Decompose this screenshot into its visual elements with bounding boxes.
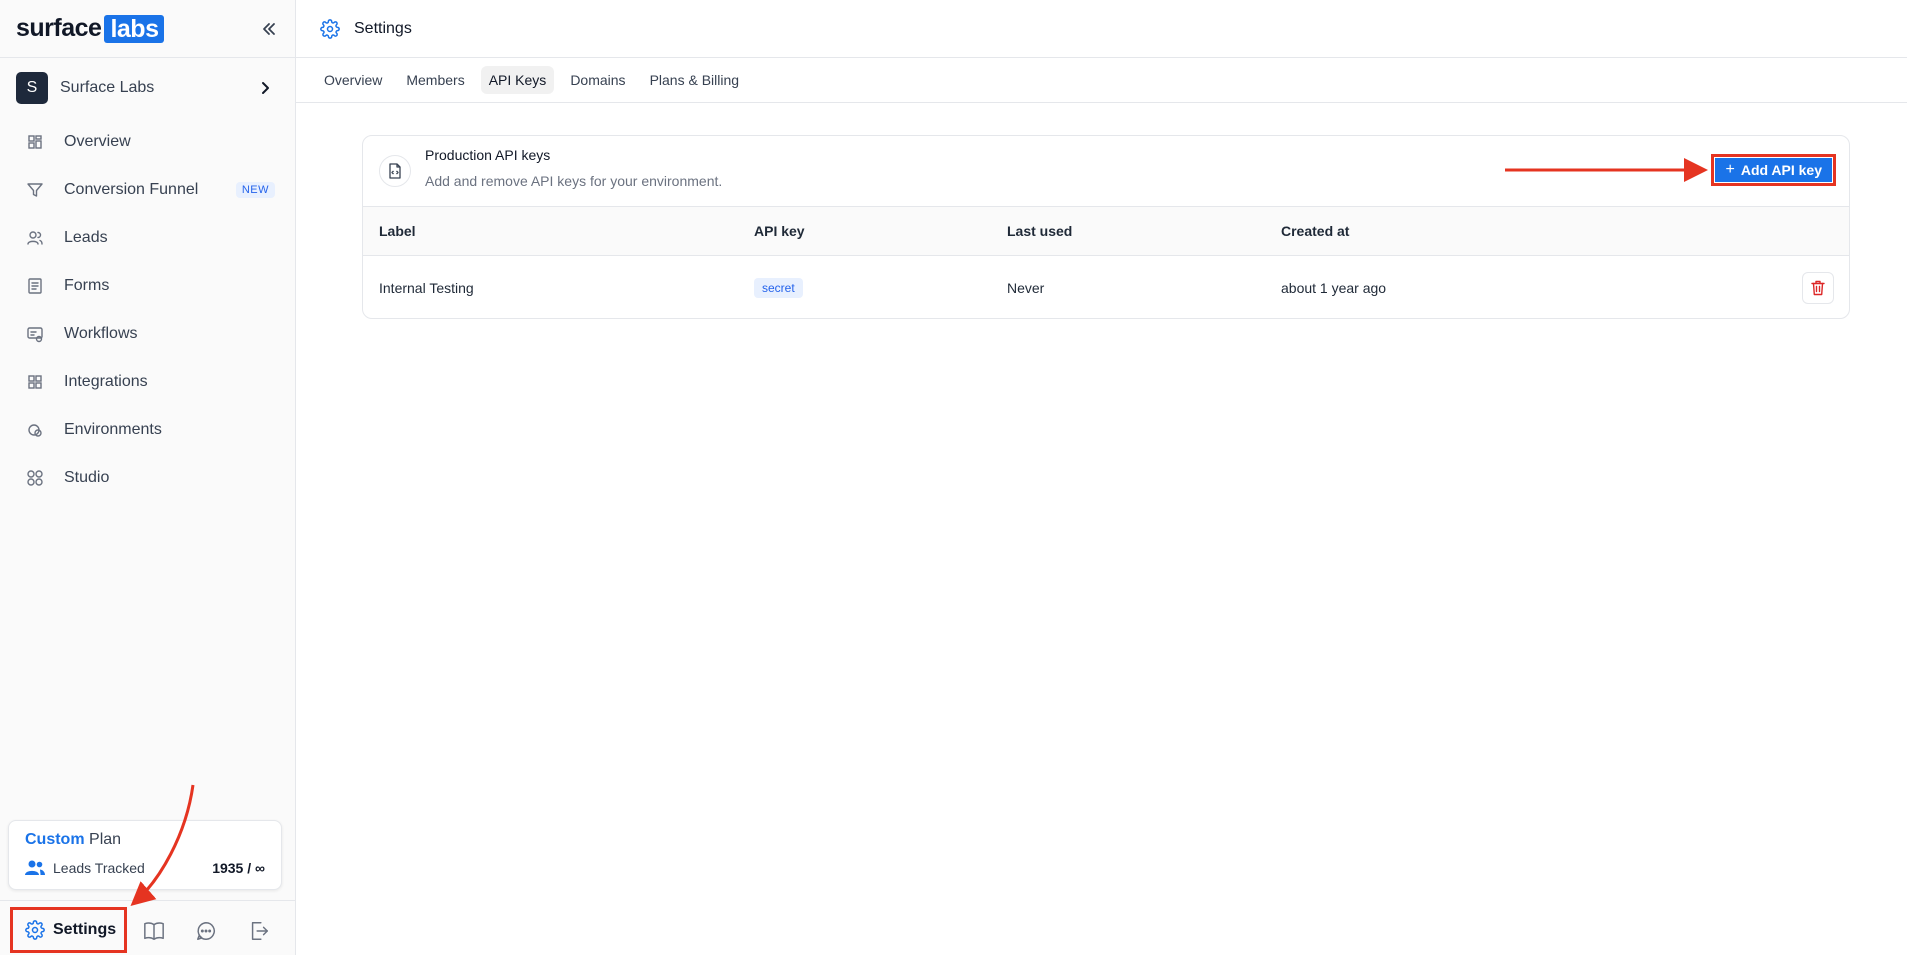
row-label: Internal Testing xyxy=(379,280,474,296)
card-header: Production API keys Add and remove API k… xyxy=(363,136,1849,206)
column-header-last-used: Last used xyxy=(1007,223,1073,239)
column-header-label: Label xyxy=(379,223,416,239)
tab-overview[interactable]: Overview xyxy=(316,66,390,94)
sidebar: surface labs S Surface Labs Overview Conv… xyxy=(0,0,296,955)
sidebar-item-label: Workflows xyxy=(64,325,138,342)
gear-icon xyxy=(25,920,45,940)
table-row: Internal Testing secret Never about 1 ye… xyxy=(363,256,1849,318)
logo-text-surface: surface xyxy=(16,14,102,42)
users-icon xyxy=(26,229,44,247)
plus-icon: + xyxy=(1725,161,1735,178)
studio-icon xyxy=(26,469,44,487)
document-code-icon xyxy=(379,155,411,187)
sidebar-item-label: Forms xyxy=(64,277,110,294)
trash-icon xyxy=(1811,280,1825,296)
org-switcher[interactable]: S Surface Labs xyxy=(0,58,295,118)
add-api-key-button[interactable]: + Add API key xyxy=(1715,158,1832,182)
row-last-used: Never xyxy=(1007,280,1045,296)
chevron-right-icon xyxy=(262,82,269,94)
column-header-api-key: API key xyxy=(754,223,805,239)
workflow-icon xyxy=(26,325,44,343)
sidebar-item-studio[interactable]: Studio xyxy=(0,454,295,502)
sidebar-nav: Overview Conversion Funnel NEW Leads For… xyxy=(0,118,295,502)
sidebar-item-forms[interactable]: Forms xyxy=(0,262,295,310)
funnel-icon xyxy=(26,181,44,199)
sidebar-item-label: Conversion Funnel xyxy=(64,181,199,198)
leads-tracked-label: Leads Tracked xyxy=(53,860,145,876)
grid-icon xyxy=(26,133,44,151)
new-badge: NEW xyxy=(235,182,275,198)
secret-badge: secret xyxy=(754,278,803,298)
row-created-at: about 1 year ago xyxy=(1281,280,1387,296)
plan-name: Custom xyxy=(25,831,85,848)
table-header: Label API key Last used Created at xyxy=(363,206,1849,256)
page-title: Settings xyxy=(354,19,412,37)
card-title: Production API keys xyxy=(425,147,551,163)
card-subtitle: Add and remove API keys for your environ… xyxy=(425,173,723,189)
sidebar-item-label: Studio xyxy=(64,469,110,486)
sidebar-item-environments[interactable]: Environments xyxy=(0,406,295,454)
sidebar-item-workflows[interactable]: Workflows xyxy=(0,310,295,358)
leads-tracked-row: Leads Tracked 1935 / ∞ xyxy=(25,859,265,877)
logo-text-labs: labs xyxy=(104,14,165,43)
org-name: Surface Labs xyxy=(60,79,155,96)
sidebar-item-conversion-funnel[interactable]: Conversion Funnel NEW xyxy=(0,166,295,214)
logo-row: surface labs xyxy=(0,0,295,58)
page-header: Settings xyxy=(296,0,1907,58)
tab-api-keys[interactable]: API Keys xyxy=(480,66,555,94)
sidebar-item-label: Overview xyxy=(64,133,131,150)
sidebar-item-label: Integrations xyxy=(64,373,148,390)
integrations-icon xyxy=(26,373,44,391)
gear-icon xyxy=(320,18,340,39)
org-avatar: S xyxy=(16,72,48,104)
settings-label: Settings xyxy=(53,921,117,938)
sidebar-item-label: Environments xyxy=(64,421,162,438)
tab-members[interactable]: Members xyxy=(398,66,472,94)
sidebar-item-leads[interactable]: Leads xyxy=(0,214,295,262)
plan-suffix: Plan xyxy=(89,831,122,848)
logo[interactable]: surface labs xyxy=(16,14,165,43)
tab-domains[interactable]: Domains xyxy=(562,66,633,94)
settings-tabs: Overview Members API Keys Domains Plans … xyxy=(296,58,1907,103)
plan-title: Custom Plan xyxy=(25,831,265,849)
logout-icon[interactable] xyxy=(248,920,270,942)
sidebar-item-overview[interactable]: Overview xyxy=(0,118,295,166)
plan-card: Custom Plan Leads Tracked 1935 / ∞ xyxy=(8,820,282,890)
tab-plans-billing[interactable]: Plans & Billing xyxy=(642,66,748,94)
collapse-sidebar-icon[interactable] xyxy=(259,19,279,39)
environments-icon xyxy=(26,421,44,439)
book-icon[interactable] xyxy=(143,920,165,942)
sidebar-item-integrations[interactable]: Integrations xyxy=(0,358,295,406)
chat-icon[interactable] xyxy=(195,920,217,942)
settings-button[interactable]: Settings xyxy=(10,907,127,953)
add-api-key-highlight: + Add API key xyxy=(1711,154,1836,186)
row-api-key: secret xyxy=(754,256,803,318)
api-keys-card: Production API keys Add and remove API k… xyxy=(362,135,1850,319)
form-icon xyxy=(26,277,44,295)
leads-tracked-count: 1935 / ∞ xyxy=(212,860,265,876)
add-api-key-label: Add API key xyxy=(1740,162,1822,178)
users-icon xyxy=(25,860,45,875)
sidebar-bottom-bar: Settings xyxy=(0,900,296,955)
delete-api-key-button[interactable] xyxy=(1802,272,1834,304)
sidebar-item-label: Leads xyxy=(64,229,108,246)
column-header-created-at: Created at xyxy=(1281,223,1350,239)
